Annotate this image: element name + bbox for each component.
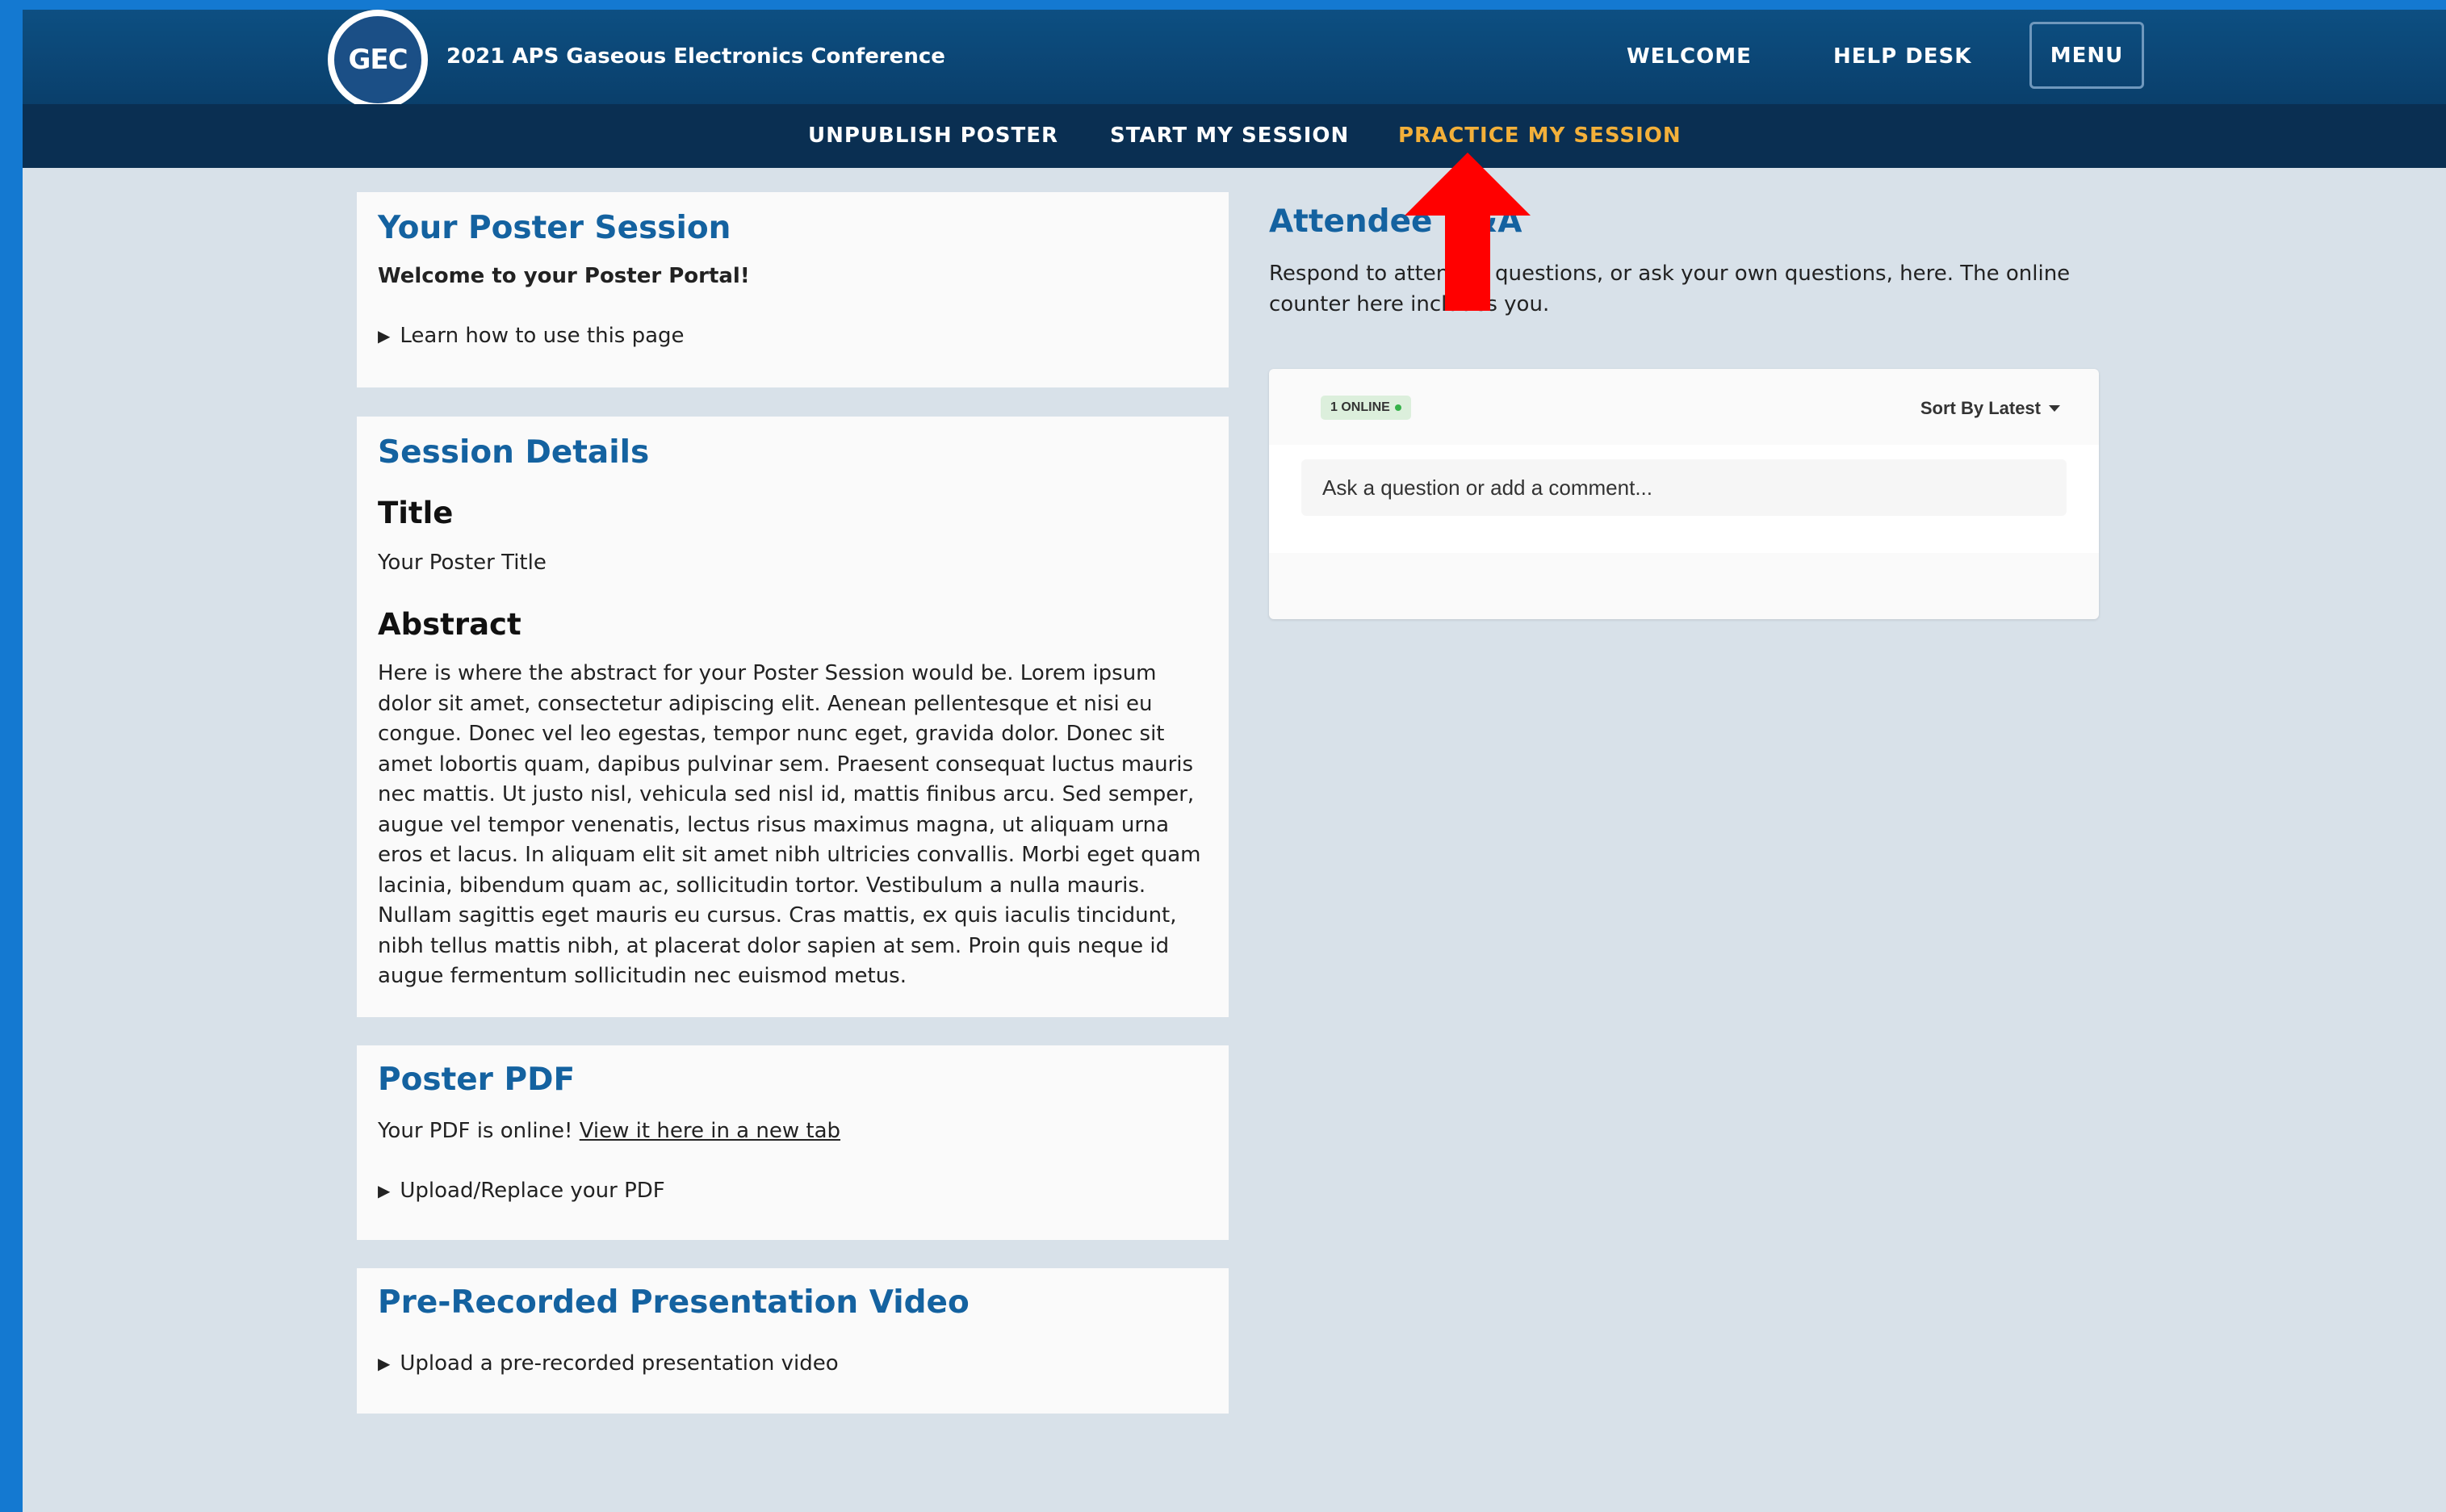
triangle-right-icon: ▶ [378, 1181, 391, 1200]
online-count-badge: 1 ONLINE [1321, 396, 1411, 420]
attendee-qa-description: Respond to attendee questions, or ask yo… [1269, 262, 2071, 316]
video-card: Pre-Recorded Presentation Video ▶ Upload… [357, 1268, 1229, 1414]
pdf-status-line: Your PDF is online! View it here in a ne… [378, 1116, 1208, 1147]
triangle-right-icon: ▶ [378, 326, 391, 346]
upload-video-toggle[interactable]: ▶ Upload a pre-recorded presentation vid… [378, 1351, 1208, 1376]
logo-ring: GEC [334, 16, 421, 103]
site-header: GEC 2021 APS Gaseous Electronics Confere… [23, 10, 2446, 110]
sort-label: Sort By Latest [1920, 398, 2041, 418]
menu-button[interactable]: MENU [2029, 22, 2144, 89]
session-subnav: UNPUBLISH POSTER START MY SESSION PRACTI… [23, 104, 2446, 168]
upload-pdf-label: Upload/Replace your PDF [400, 1179, 665, 1203]
top-accent-strip [0, 0, 2446, 10]
poster-title-value: Your Poster Title [378, 551, 547, 575]
question-input[interactable] [1301, 459, 2067, 516]
gec-logo-icon[interactable]: GEC [328, 10, 428, 110]
poster-pdf-card: Poster PDF Your PDF is online! View it h… [357, 1045, 1229, 1240]
learn-how-label: Learn how to use this page [400, 324, 685, 348]
qa-widget: 1 ONLINE Sort By Latest [1269, 369, 2099, 619]
unpublish-poster-link[interactable]: UNPUBLISH POSTER [808, 104, 1058, 168]
learn-how-toggle[interactable]: ▶ Learn how to use this page [378, 324, 1208, 348]
pdf-status-text: Your PDF is online! [378, 1119, 573, 1143]
video-heading: Pre-Recorded Presentation Video [378, 1284, 970, 1321]
title-label: Title [378, 496, 454, 530]
red-arrow-up-icon [1405, 153, 1531, 311]
logo-text: GEC [348, 44, 408, 76]
poster-portal-welcome: Welcome to your Poster Portal! [378, 264, 750, 288]
sort-dropdown[interactable]: Sort By Latest [1920, 398, 2060, 419]
online-count-text: 1 ONLINE [1330, 400, 1390, 414]
online-dot-icon [1394, 404, 1401, 411]
poster-session-card: Your Poster Session Welcome to your Post… [357, 192, 1229, 387]
qa-compose-area [1269, 445, 2099, 553]
view-pdf-link[interactable]: View it here in a new tab [580, 1119, 840, 1143]
start-my-session-link[interactable]: START MY SESSION [1110, 104, 1349, 168]
poster-pdf-heading: Poster PDF [378, 1062, 576, 1098]
session-details-heading: Session Details [378, 434, 650, 471]
session-details-card: Session Details Title Your Poster Title … [357, 417, 1229, 1017]
abstract-text: Here is where the abstract for your Post… [378, 661, 1201, 988]
caret-down-icon [2049, 405, 2060, 412]
upload-pdf-toggle[interactable]: ▶ Upload/Replace your PDF [378, 1179, 1208, 1203]
abstract-label: Abstract [378, 607, 521, 642]
nav-welcome[interactable]: WELCOME [1627, 10, 1752, 104]
site-title[interactable]: 2021 APS Gaseous Electronics Conference [446, 10, 945, 104]
nav-help-desk[interactable]: HELP DESK [1833, 10, 1971, 104]
poster-session-heading: Your Poster Session [378, 210, 731, 246]
triangle-right-icon: ▶ [378, 1354, 391, 1373]
left-accent-strip [0, 0, 23, 1512]
upload-video-label: Upload a pre-recorded presentation video [400, 1351, 839, 1376]
